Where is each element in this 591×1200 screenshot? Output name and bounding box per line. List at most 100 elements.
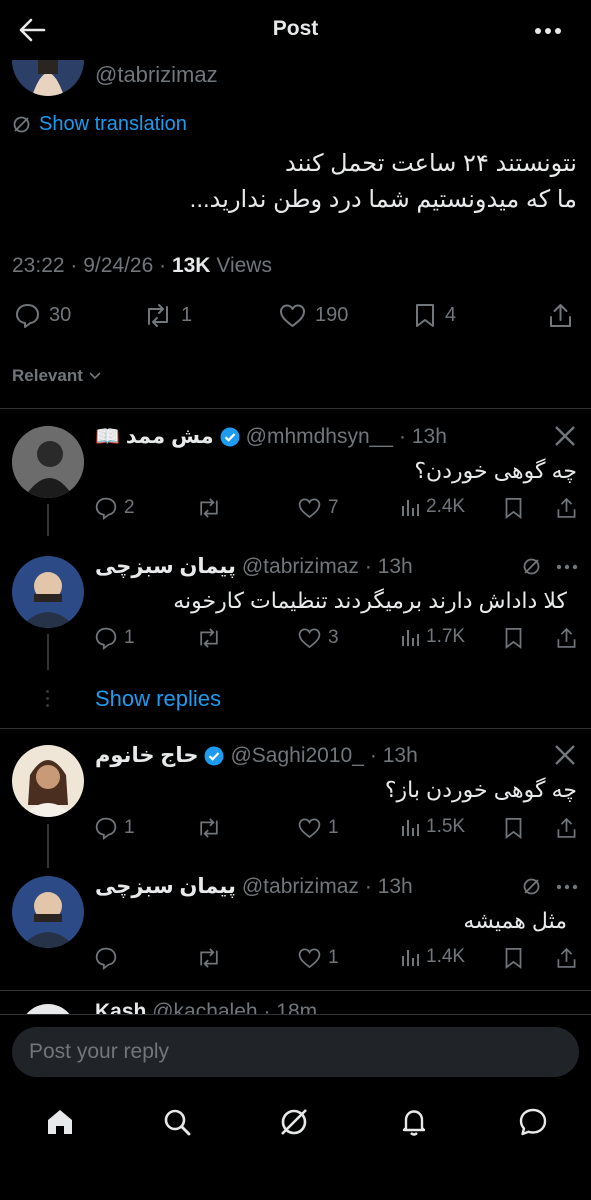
notifications-bell-icon[interactable] <box>398 1106 430 1138</box>
more-options-icon[interactable] <box>556 564 578 570</box>
reply-4-views[interactable]: 1.4K <box>400 946 465 968</box>
reply-icon <box>94 816 118 840</box>
reply-1-header: 📖 مش ممد @mhmdhsyn__ · 13h <box>95 424 447 449</box>
translate-icon[interactable] <box>522 877 541 896</box>
reply-input-placeholder: Post your reply <box>29 1040 170 1063</box>
reply-1-reply-button[interactable]: 2 <box>94 496 135 520</box>
post-reply-button[interactable]: 30 <box>14 302 71 329</box>
reply-2-time: · 13h <box>364 554 413 578</box>
x-logo-icon <box>554 744 576 766</box>
reply-1-like-button[interactable]: 7 <box>297 496 339 520</box>
reply-4-like-button[interactable]: 1 <box>297 946 339 970</box>
reply-input[interactable]: Post your reply <box>12 1027 579 1077</box>
reply-2-handle[interactable]: @tabrizimaz <box>242 555 359 579</box>
bookmark-icon[interactable] <box>503 816 524 840</box>
verified-badge-icon <box>204 746 224 766</box>
post-reply-count: 30 <box>49 304 72 326</box>
reply-2-views[interactable]: 1.7K <box>400 626 465 648</box>
reply-3-name[interactable]: حاج خانوم <box>95 743 198 768</box>
reply-4-header: پیمان سبزچی @tabrizimaz · 13h <box>95 874 413 899</box>
reply-1-reply-count: 2 <box>124 497 135 518</box>
reply-1-name[interactable]: مش ممد <box>126 424 214 449</box>
partial-reply-avatar[interactable] <box>20 1004 76 1014</box>
thread-line <box>47 824 49 868</box>
heart-icon <box>297 816 322 840</box>
more-options-icon[interactable] <box>534 27 562 35</box>
sort-label: Relevant <box>12 366 83 385</box>
reply-2-avatar[interactable] <box>12 556 84 628</box>
reply-1-time: · 13h <box>399 424 447 448</box>
reply-3-handle[interactable]: @Saghi2010_ <box>230 744 363 768</box>
post-like-button[interactable]: 190 <box>278 302 348 329</box>
reply-2-like-button[interactable]: 3 <box>297 626 339 650</box>
partial-reply-handle[interactable]: @kachaleh <box>152 1000 257 1014</box>
repost-icon[interactable] <box>196 946 222 970</box>
grok-icon[interactable] <box>278 1106 310 1138</box>
share-icon[interactable] <box>547 302 574 329</box>
show-translation-label: Show translation <box>39 113 187 135</box>
heart-icon <box>297 626 322 650</box>
reply-3-avatar[interactable] <box>12 745 84 817</box>
reply-2-name[interactable]: پیمان سبزچی <box>95 554 236 579</box>
post-text-line-1: نتونستند ۲۴ ساعت تحمل کنند <box>285 150 577 177</box>
divider <box>0 728 591 729</box>
messages-icon[interactable] <box>517 1106 549 1138</box>
reply-3-reply-button[interactable]: 1 <box>94 816 135 840</box>
top-bar: Post <box>0 0 591 60</box>
post-meta: 23:22 · 9/24/26 · 13K Views <box>12 254 272 278</box>
reply-2-text: کلا داداش دارند برمیگردند تنظیمات کارخون… <box>173 588 567 613</box>
home-icon[interactable] <box>44 1106 76 1138</box>
post-bookmark-button[interactable]: 4 <box>413 302 456 329</box>
post-timestamp: 23:22 · 9/24/26 · <box>12 254 172 277</box>
reply-icon <box>94 946 118 970</box>
repost-icon[interactable] <box>196 816 222 840</box>
views-chart-icon <box>400 626 420 648</box>
reply-4-text: مثل همیشه <box>463 908 567 933</box>
show-translation[interactable]: Show translation <box>12 113 187 136</box>
post-bookmark-count: 4 <box>445 304 457 326</box>
reply-4-handle[interactable]: @tabrizimaz <box>242 875 359 899</box>
reply-3-view-count: 1.5K <box>426 816 466 837</box>
translate-icon[interactable] <box>522 557 541 576</box>
thread-line <box>47 634 49 670</box>
reply-icon <box>94 626 118 650</box>
more-options-icon[interactable] <box>556 884 578 890</box>
post-repost-button[interactable]: 1 <box>143 302 192 329</box>
share-icon[interactable] <box>555 496 578 520</box>
share-icon[interactable] <box>555 946 578 970</box>
bookmark-icon[interactable] <box>503 946 524 970</box>
reply-2-reply-button[interactable]: 1 <box>94 626 135 650</box>
reply-4-avatar[interactable] <box>12 876 84 948</box>
translate-icon <box>12 115 31 134</box>
bookmark-icon[interactable] <box>503 496 524 520</box>
post-author-handle[interactable]: @tabrizimaz <box>95 62 218 88</box>
reply-1-handle[interactable]: @mhmdhsyn__ <box>246 425 393 449</box>
post-repost-count: 1 <box>181 304 193 326</box>
post-text: نتونستند ۲۴ ساعت تحمل کنند ما که میدونست… <box>17 146 577 218</box>
partial-reply-name[interactable]: Kash <box>95 1000 146 1014</box>
reply-1-avatar[interactable] <box>12 426 84 498</box>
share-icon[interactable] <box>555 626 578 650</box>
reply-2-like-count: 3 <box>328 627 339 648</box>
repost-icon[interactable] <box>196 626 222 650</box>
show-replies-link[interactable]: Show replies <box>95 686 221 712</box>
repost-icon[interactable] <box>196 496 222 520</box>
reply-icon <box>14 302 41 329</box>
heart-icon <box>297 946 322 970</box>
share-icon[interactable] <box>555 816 578 840</box>
reply-4-view-count: 1.4K <box>426 946 466 967</box>
reply-2-view-count: 1.7K <box>426 626 466 647</box>
search-icon[interactable] <box>161 1106 193 1138</box>
sort-dropdown[interactable]: Relevant <box>12 366 101 386</box>
reply-4-reply-button[interactable] <box>94 946 118 970</box>
chevron-down-icon <box>89 372 101 380</box>
reply-4-name[interactable]: پیمان سبزچی <box>95 874 236 899</box>
reply-3-time: · 13h <box>369 743 418 767</box>
bookmark-icon[interactable] <box>503 626 524 650</box>
reply-1-views[interactable]: 2.4K <box>400 496 465 518</box>
heart-icon <box>278 302 307 329</box>
reply-3-like-button[interactable]: 1 <box>297 816 339 840</box>
reply-3-views[interactable]: 1.5K <box>400 816 465 838</box>
partial-reply: Kash @kachaleh · 18m <box>0 996 591 1014</box>
reply-1-text: چه گوهی خوردن؟ <box>414 458 577 483</box>
